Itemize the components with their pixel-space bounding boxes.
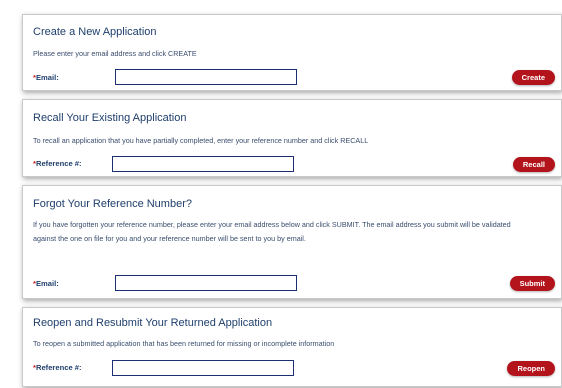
reference-label-text: Reference #: [35,159,82,168]
email-label-text: Email: [35,279,59,288]
recall-application-title: Recall Your Existing Application [33,112,187,124]
submit-button[interactable]: Submit [509,276,555,291]
create-email-input[interactable] [115,69,297,85]
create-application-title: Create a New Application [33,26,157,38]
reopen-button[interactable]: Reopen [507,361,555,376]
create-application-panel: Create a New Application Please enter yo… [22,14,562,91]
recall-reference-input[interactable] [112,156,294,172]
create-application-description: Please enter your email address and clic… [33,49,197,58]
reopen-reference-input[interactable] [112,360,294,376]
forgot-reference-panel: Forgot Your Reference Number? If you hav… [22,185,562,299]
recall-application-panel: Recall Your Existing Application To reca… [22,99,562,177]
email-label: *Email: [33,73,59,82]
recall-application-description: To recall an application that you have p… [33,136,369,145]
reference-label: *Reference #: [33,363,82,372]
recall-button[interactable]: Recall [512,157,555,172]
reopen-application-description: To reopen a submitted application that h… [33,339,335,348]
reopen-application-panel: Reopen and Resubmit Your Returned Applic… [22,307,562,387]
reopen-application-title: Reopen and Resubmit Your Returned Applic… [33,317,273,329]
email-label: *Email: [33,279,59,288]
reference-label: *Reference #: [33,159,82,168]
create-button[interactable]: Create [511,70,555,85]
forgot-reference-description: If you have forgotten your reference num… [33,220,511,243]
reference-label-text: Reference #: [35,363,82,372]
email-label-text: Email: [35,73,59,82]
forgot-reference-title: Forgot Your Reference Number? [33,198,192,210]
forgot-email-input[interactable] [115,275,297,291]
